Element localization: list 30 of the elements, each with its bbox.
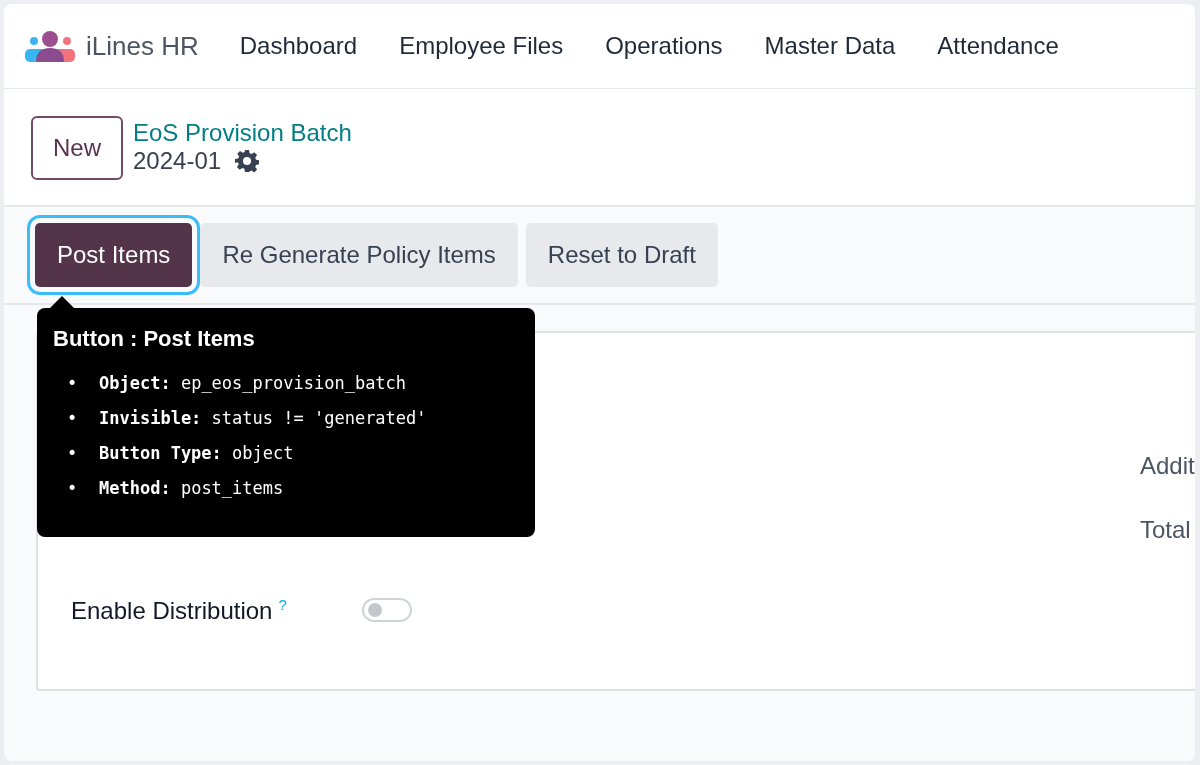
toggle-switch[interactable] [362, 598, 412, 622]
menu-item[interactable]: Dashboard [218, 32, 379, 60]
record-name: 2024-01 [133, 147, 222, 175]
property-name: Method: [99, 478, 171, 498]
new-button[interactable]: New [31, 116, 123, 180]
property-name: Object: [99, 373, 171, 393]
gear-icon[interactable] [235, 149, 260, 173]
property-value: status != 'generated' [211, 408, 427, 428]
property-name: Button Type: [99, 443, 222, 463]
menu-item[interactable]: Attendance [916, 32, 1080, 60]
field-label: Total [1140, 515, 1192, 545]
property-name: Invisible: [99, 408, 202, 428]
menu-item[interactable]: Employee Files [378, 32, 585, 60]
app-name: iLines HR [86, 30, 199, 62]
action-button[interactable]: Reset to Draft [525, 223, 718, 287]
breadcrumb-link[interactable]: EoS Provision Batch [133, 119, 352, 147]
bullet: • [67, 442, 79, 465]
property-value: object [232, 443, 294, 463]
property-value: ep_eos_provision_batch [180, 373, 407, 393]
field-label: Addit [1140, 451, 1195, 481]
menu-item[interactable]: Master Data [743, 32, 917, 60]
tooltip-title: Button : Post Items [53, 326, 256, 352]
logo-icon [24, 29, 76, 63]
property-value: post_items [180, 478, 284, 498]
menu-item[interactable]: Operations [584, 32, 744, 60]
bullet: • [67, 477, 79, 500]
bullet: • [67, 407, 79, 430]
field-label: Enable Distribution [71, 596, 273, 624]
action-button[interactable]: Re Generate Policy Items [200, 223, 518, 287]
bullet: • [67, 372, 79, 395]
